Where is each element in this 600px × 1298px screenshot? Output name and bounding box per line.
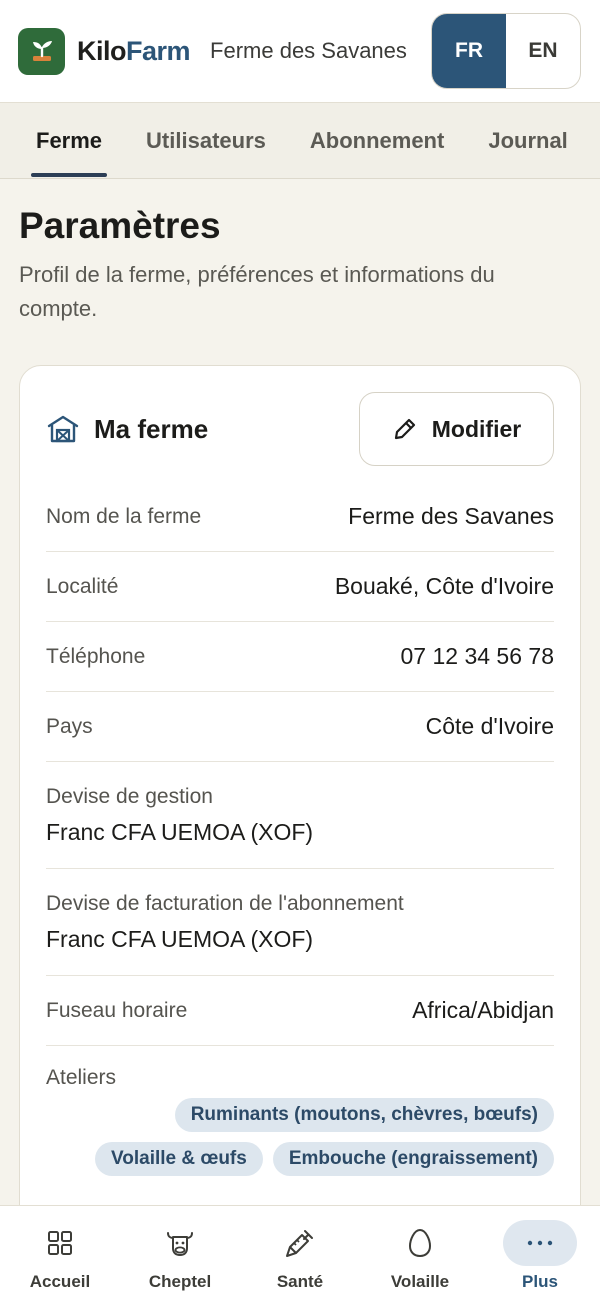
field-label: Nom de la ferme [46,504,202,528]
field-value: Africa/Abidjan [412,997,554,1023]
field-billing-currency: Devise de facturation de l'abonnement Fr… [46,869,554,976]
nav-icon-wrap [143,1220,217,1266]
farm-details: Nom de la ferme Ferme des Savanes Locali… [46,482,554,1176]
edit-farm-button[interactable]: Modifier [359,392,554,466]
nav-label: Santé [276,1272,324,1291]
page-title: Paramètres [19,205,221,246]
nav-label: Cheptel [148,1272,212,1291]
field-label: Ateliers [46,1066,117,1089]
barn-icon [47,415,79,443]
language-fr-button[interactable]: FR [432,14,506,88]
tab-utilisateurs[interactable]: Utilisateurs [124,103,288,178]
field-value: Ferme des Savanes [348,503,554,529]
sprout-icon [32,41,52,61]
app-header: KiloFarm Ferme des Savanes FR EN [0,0,600,103]
card-header: Ma ferme Modifier [46,392,554,466]
nav-item-sante[interactable]: Santé [240,1206,360,1298]
field-value: Côte d'Ivoire [425,713,554,739]
field-farm-name: Nom de la ferme Ferme des Savanes [46,482,554,552]
field-phone: Téléphone 07 12 34 56 78 [46,622,554,692]
field-label: Pays [46,714,93,738]
field-locality: Localité Bouaké, Côte d'Ivoire [46,552,554,622]
syringe-icon [286,1230,313,1257]
nav-item-volaille[interactable]: Volaille [360,1206,480,1298]
nav-icon-wrap [23,1220,97,1266]
edit-button-label: Modifier [431,415,522,442]
settings-tabs: Ferme Utilisateurs Abonnement Journal [0,103,600,179]
workshop-chip: Volaille & œufs [94,1142,263,1176]
nav-label: Accueil [29,1272,91,1291]
nav-icon-wrap [263,1220,337,1266]
bottom-navigation: Accueil Cheptel Santé Volaille Plus [0,1205,600,1298]
card-title: Ma ferme [94,413,209,444]
field-label: Fuseau horaire [46,998,188,1022]
workshop-chips: Ruminants (moutons, chèvres, bœufs) Vola… [46,1098,554,1176]
tab-ferme[interactable]: Ferme [14,103,124,178]
field-timezone: Fuseau horaire Africa/Abidjan [46,976,554,1046]
field-label: Téléphone [46,644,146,668]
farm-profile-card: Ma ferme Modifier Nom de la ferme Ferme … [19,365,581,1265]
field-label: Localité [46,574,119,598]
cow-icon [167,1232,193,1256]
language-switch: FR EN [431,13,581,89]
app-logo[interactable] [18,27,65,75]
grid-icon [48,1231,72,1255]
language-en-button[interactable]: EN [506,14,580,88]
field-value: 07 12 34 56 78 [400,643,554,669]
current-farm-name[interactable]: Ferme des Savanes [210,38,415,64]
workshop-chip: Embouche (engraissement) [272,1142,554,1176]
more-icon [527,1240,553,1246]
field-value: Franc CFA UEMOA (XOF) [46,818,314,845]
field-management-currency: Devise de gestion Franc CFA UEMOA (XOF) [46,762,554,869]
field-label: Devise de facturation de l'abonnement [46,891,404,915]
brand-part-1: Kilo [77,35,127,66]
field-label: Devise de gestion [46,784,213,808]
field-value: Bouaké, Côte d'Ivoire [334,573,554,599]
brand-name: KiloFarm [77,35,191,67]
page-subtitle: Profil de la ferme, préférences et infor… [19,262,495,321]
egg-icon [408,1228,432,1258]
tab-abonnement[interactable]: Abonnement [288,103,466,178]
nav-item-accueil[interactable]: Accueil [0,1206,120,1298]
workshop-chip: Ruminants (moutons, chèvres, bœufs) [174,1098,554,1132]
nav-item-cheptel[interactable]: Cheptel [120,1206,240,1298]
nav-item-plus[interactable]: Plus [480,1206,600,1298]
nav-icon-wrap [503,1220,577,1266]
nav-icon-wrap [383,1220,457,1266]
field-value: Franc CFA UEMOA (XOF) [46,925,314,952]
field-workshops: Ateliers Ruminants (moutons, chèvres, bœ… [46,1046,554,1176]
pencil-icon [394,418,415,440]
nav-label: Volaille [390,1272,450,1291]
brand-part-2: Farm [126,35,191,66]
nav-label: Plus [522,1272,558,1291]
tab-journal[interactable]: Journal [466,103,589,178]
field-country: Pays Côte d'Ivoire [46,692,554,762]
